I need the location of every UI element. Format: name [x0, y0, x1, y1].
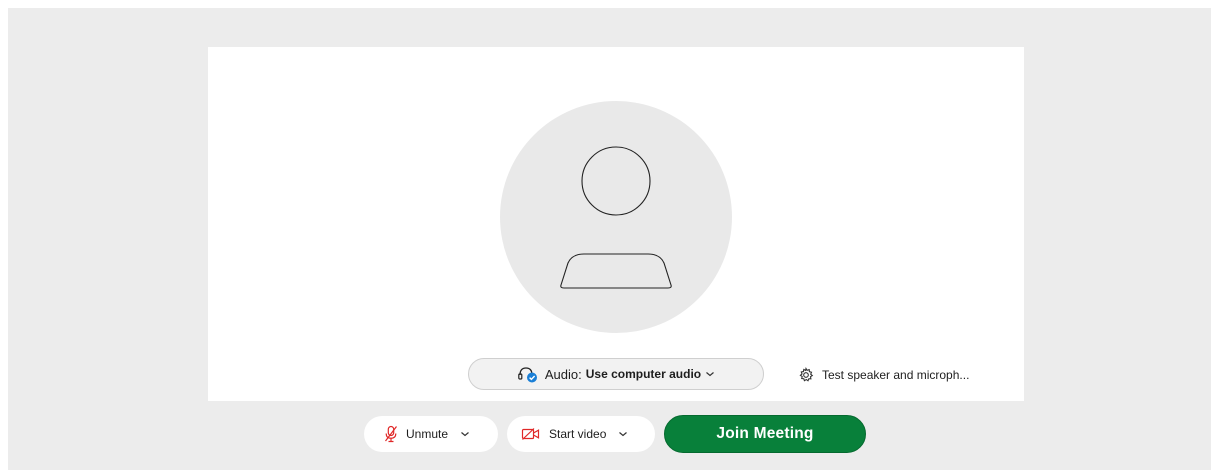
meeting-controls: Unmute Start video Join Meeting: [364, 415, 866, 453]
test-speaker-mic-label: Test speaker and microph...: [822, 368, 970, 382]
person-silhouette-icon: [560, 146, 672, 289]
unmute-button[interactable]: Unmute: [364, 416, 498, 452]
start-video-button[interactable]: Start video: [507, 416, 655, 452]
unmute-label: Unmute: [406, 427, 449, 441]
test-speaker-mic-button[interactable]: Test speaker and microph...: [798, 365, 969, 385]
mic-muted-icon: [384, 425, 398, 443]
avatar: [500, 101, 732, 333]
gear-icon: [798, 367, 814, 383]
headset-check-icon: [517, 365, 539, 383]
chevron-down-icon[interactable]: [460, 430, 470, 438]
audio-selection: Use computer audio: [585, 367, 702, 381]
join-meeting-button[interactable]: Join Meeting: [664, 415, 866, 453]
audio-label: Audio:: [544, 366, 582, 382]
start-video-label: Start video: [549, 427, 607, 441]
audio-selector[interactable]: Audio: Use computer audio: [468, 358, 764, 390]
meeting-lobby: Audio: Use computer audio Test speaker a…: [8, 8, 1211, 470]
chevron-down-icon: [705, 370, 715, 378]
video-preview: Audio: Use computer audio Test speaker a…: [208, 47, 1024, 401]
video-off-icon: [521, 427, 541, 441]
chevron-down-icon[interactable]: [618, 430, 628, 438]
